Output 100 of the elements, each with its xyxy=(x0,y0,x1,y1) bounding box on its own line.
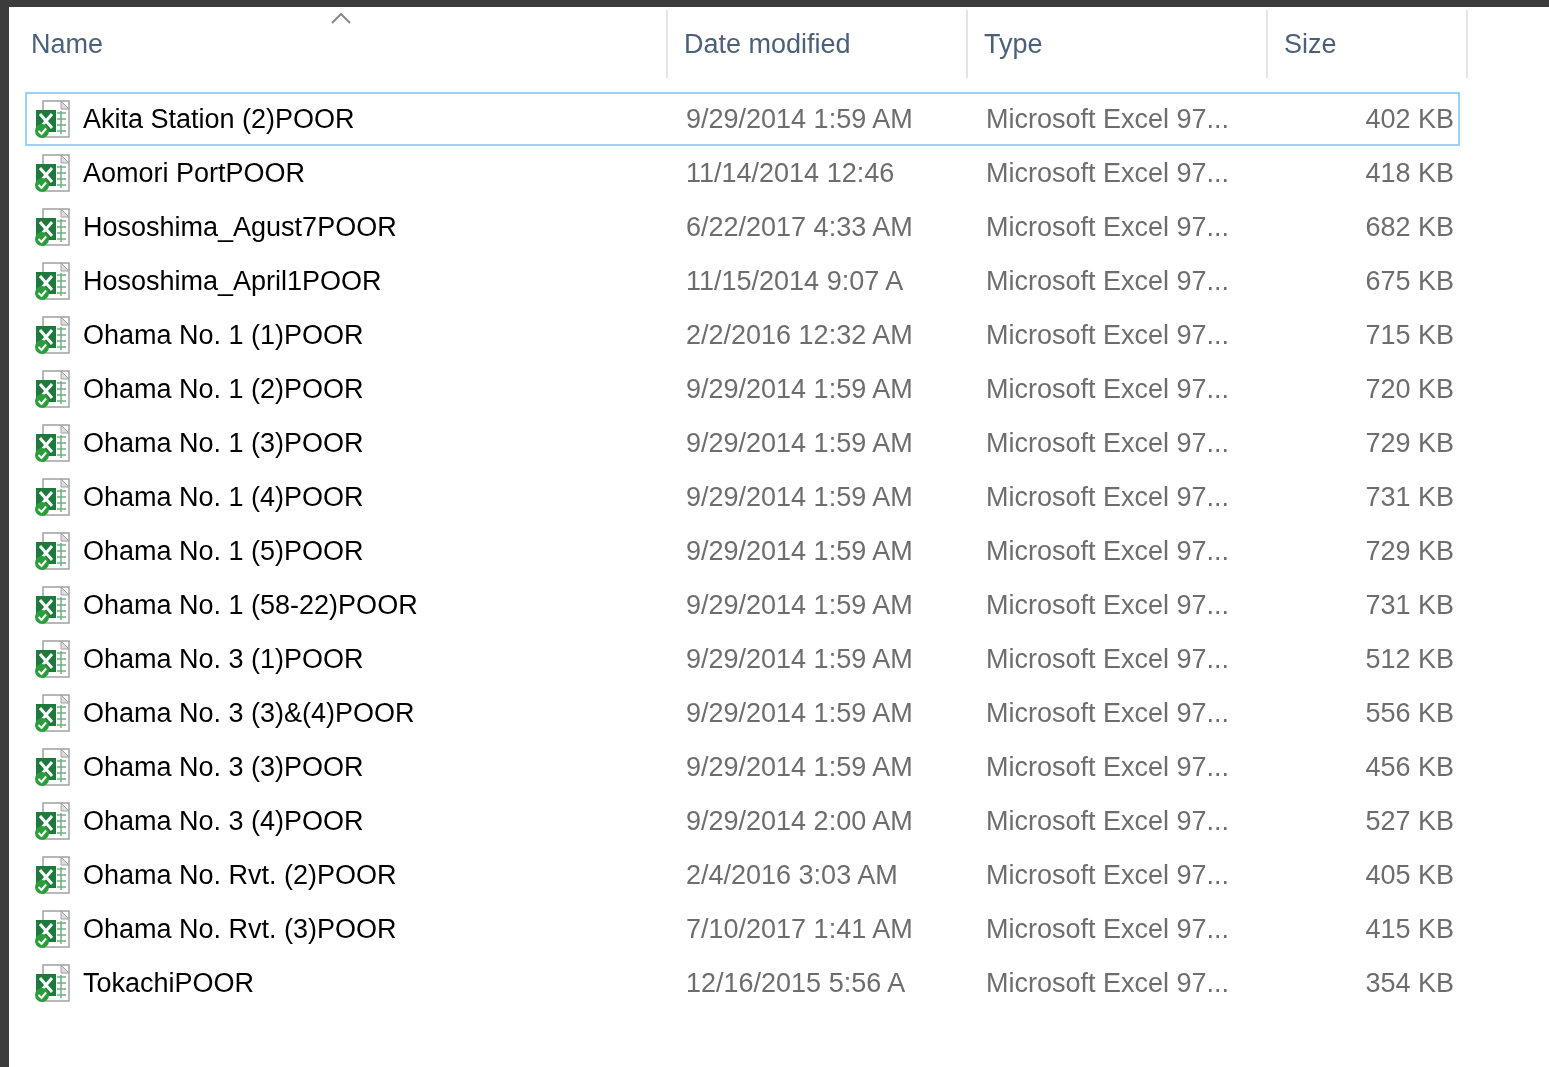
file-name: Ohama No. 1 (2)POOR xyxy=(83,373,364,405)
file-size: 402 KB xyxy=(1364,103,1455,135)
file-size: 731 KB xyxy=(1364,589,1455,621)
file-size: 405 KB xyxy=(1364,859,1455,891)
date-modified: 9/29/2014 1:59 AM xyxy=(685,751,914,783)
file-row[interactable]: TokachiPOOR 12/16/2015 5:56 A Microsoft Excel 97... 354 KB xyxy=(25,956,1460,1010)
file-type: Microsoft Excel 97... xyxy=(985,805,1231,837)
file-name: Akita Station (2)POOR xyxy=(83,103,355,135)
spreadsheet-icon xyxy=(33,369,73,409)
date-modified: 9/29/2014 1:59 AM xyxy=(685,481,914,513)
file-type: Microsoft Excel 97... xyxy=(985,913,1231,945)
file-type: Microsoft Excel 97... xyxy=(985,697,1231,729)
file-type: Microsoft Excel 97... xyxy=(985,589,1231,621)
date-modified: 9/29/2014 1:59 AM xyxy=(685,643,914,675)
file-type: Microsoft Excel 97... xyxy=(985,373,1231,405)
spreadsheet-icon xyxy=(33,99,73,139)
file-name: TokachiPOOR xyxy=(83,967,255,999)
column-header[interactable]: Type xyxy=(968,10,1268,78)
file-name: Ohama No. 3 (3)&(4)POOR xyxy=(83,697,415,729)
file-type: Microsoft Excel 97... xyxy=(985,265,1231,297)
file-size: 731 KB xyxy=(1364,481,1455,513)
file-size: 729 KB xyxy=(1364,535,1455,567)
spreadsheet-icon xyxy=(33,639,73,679)
file-name: Ohama No. 1 (4)POOR xyxy=(83,481,364,513)
date-modified: 9/29/2014 1:59 AM xyxy=(685,697,914,729)
file-row[interactable]: Ohama No. 3 (3)&(4)POOR 9/29/2014 1:59 AM Microsoft Excel 97... 556 KB xyxy=(25,686,1460,740)
spreadsheet-icon xyxy=(33,585,73,625)
file-row[interactable]: Akita Station (2)POOR 9/29/2014 1:59 AM Microsoft Excel 97... 402 KB xyxy=(25,92,1460,146)
file-type: Microsoft Excel 97... xyxy=(985,157,1231,189)
spreadsheet-icon xyxy=(33,315,73,355)
spreadsheet-icon xyxy=(33,207,73,247)
file-row[interactable]: Ohama No. Rvt. (3)POOR 7/10/2017 1:41 AM Microsoft Excel 97... 415 KB xyxy=(25,902,1460,956)
file-size: 354 KB xyxy=(1364,967,1455,999)
date-modified: 11/15/2014 9:07 A xyxy=(685,265,905,297)
file-type: Microsoft Excel 97... xyxy=(985,535,1231,567)
file-row[interactable]: Ohama No. 1 (3)POOR 9/29/2014 1:59 AM Microsoft Excel 97... 729 KB xyxy=(25,416,1460,470)
file-row[interactable]: Ohama No. 3 (4)POOR 9/29/2014 2:00 AM Microsoft Excel 97... 527 KB xyxy=(25,794,1460,848)
file-row[interactable]: Ohama No. 1 (1)POOR 2/2/2016 12:32 AM Microsoft Excel 97... 715 KB xyxy=(25,308,1460,362)
file-type: Microsoft Excel 97... xyxy=(985,319,1231,351)
file-size: 527 KB xyxy=(1364,805,1455,837)
file-size: 682 KB xyxy=(1364,211,1455,243)
file-size: 675 KB xyxy=(1364,265,1455,297)
sort-caret-icon xyxy=(330,13,351,24)
date-modified: 2/2/2016 12:32 AM xyxy=(685,319,914,351)
file-row[interactable]: Ohama No. 1 (4)POOR 9/29/2014 1:59 AM Microsoft Excel 97... 731 KB xyxy=(25,470,1460,524)
file-name: Ohama No. Rvt. (2)POOR xyxy=(83,859,397,891)
file-name: Ohama No. 3 (4)POOR xyxy=(83,805,364,837)
spreadsheet-icon xyxy=(33,423,73,463)
spreadsheet-icon xyxy=(33,801,73,841)
file-name: Ohama No. 3 (3)POOR xyxy=(83,751,364,783)
date-modified: 9/29/2014 1:59 AM xyxy=(685,373,914,405)
file-row[interactable]: Hososhima_Agust7POOR 6/22/2017 4:33 AM Microsoft Excel 97... 682 KB xyxy=(25,200,1460,254)
file-row[interactable]: Ohama No. 1 (58-22)POOR 9/29/2014 1:59 AM Microsoft Excel 97... 731 KB xyxy=(25,578,1460,632)
date-modified: 11/14/2014 12:46 xyxy=(685,157,896,189)
file-name: Ohama No. Rvt. (3)POOR xyxy=(83,913,397,945)
date-modified: 12/16/2015 5:56 A xyxy=(685,967,907,999)
file-size: 729 KB xyxy=(1364,427,1455,459)
file-row[interactable]: Ohama No. 3 (1)POOR 9/29/2014 1:59 AM Microsoft Excel 97... 512 KB xyxy=(25,632,1460,686)
date-modified: 9/29/2014 1:59 AM xyxy=(685,589,914,621)
file-size: 512 KB xyxy=(1364,643,1455,675)
date-modified: 2/4/2016 3:03 AM xyxy=(685,859,899,891)
file-row[interactable]: Ohama No. 3 (3)POOR 9/29/2014 1:59 AM Microsoft Excel 97... 456 KB xyxy=(25,740,1460,794)
spreadsheet-icon xyxy=(33,531,73,571)
spreadsheet-icon xyxy=(33,477,73,517)
file-row[interactable]: Ohama No. 1 (5)POOR 9/29/2014 1:59 AM Microsoft Excel 97... 729 KB xyxy=(25,524,1460,578)
file-type: Microsoft Excel 97... xyxy=(985,103,1231,135)
date-modified: 9/29/2014 1:59 AM xyxy=(685,103,914,135)
file-size: 715 KB xyxy=(1364,319,1455,351)
file-row[interactable]: Ohama No. Rvt. (2)POOR 2/4/2016 3:03 AM Microsoft Excel 97... 405 KB xyxy=(25,848,1460,902)
file-name: Ohama No. 1 (5)POOR xyxy=(83,535,364,567)
file-size: 418 KB xyxy=(1364,157,1455,189)
date-modified: 9/29/2014 2:00 AM xyxy=(685,805,914,837)
file-row[interactable]: Aomori PortPOOR 11/14/2014 12:46 Microsoft Excel 97... 418 KB xyxy=(25,146,1460,200)
file-type: Microsoft Excel 97... xyxy=(985,643,1231,675)
spreadsheet-icon xyxy=(33,747,73,787)
file-type: Microsoft Excel 97... xyxy=(985,751,1231,783)
file-type: Microsoft Excel 97... xyxy=(985,211,1231,243)
file-size: 720 KB xyxy=(1364,373,1455,405)
file-size: 556 KB xyxy=(1364,697,1455,729)
file-type: Microsoft Excel 97... xyxy=(985,967,1231,999)
file-size: 415 KB xyxy=(1364,913,1455,945)
file-name: Ohama No. 1 (1)POOR xyxy=(83,319,364,351)
column-header[interactable]: Size xyxy=(1268,10,1468,78)
file-row[interactable]: Ohama No. 1 (2)POOR 9/29/2014 1:59 AM Microsoft Excel 97... 720 KB xyxy=(25,362,1460,416)
date-modified: 9/29/2014 1:59 AM xyxy=(685,427,914,459)
file-type: Microsoft Excel 97... xyxy=(985,481,1231,513)
file-name: Ohama No. 1 (58-22)POOR xyxy=(83,589,418,621)
column-header[interactable]: Name xyxy=(9,10,668,78)
file-row[interactable]: Hososhima_April1POOR 11/15/2014 9:07 A Microsoft Excel 97... 675 KB xyxy=(25,254,1460,308)
file-size: 456 KB xyxy=(1364,751,1455,783)
file-name: Ohama No. 3 (1)POOR xyxy=(83,643,364,675)
file-name: Ohama No. 1 (3)POOR xyxy=(83,427,364,459)
date-modified: 6/22/2017 4:33 AM xyxy=(685,211,914,243)
spreadsheet-icon xyxy=(33,153,73,193)
column-header[interactable]: Date modified xyxy=(668,10,968,78)
file-type: Microsoft Excel 97... xyxy=(985,859,1231,891)
date-modified: 9/29/2014 1:59 AM xyxy=(685,535,914,567)
spreadsheet-icon xyxy=(33,855,73,895)
spreadsheet-icon xyxy=(33,693,73,733)
file-type: Microsoft Excel 97... xyxy=(985,427,1231,459)
